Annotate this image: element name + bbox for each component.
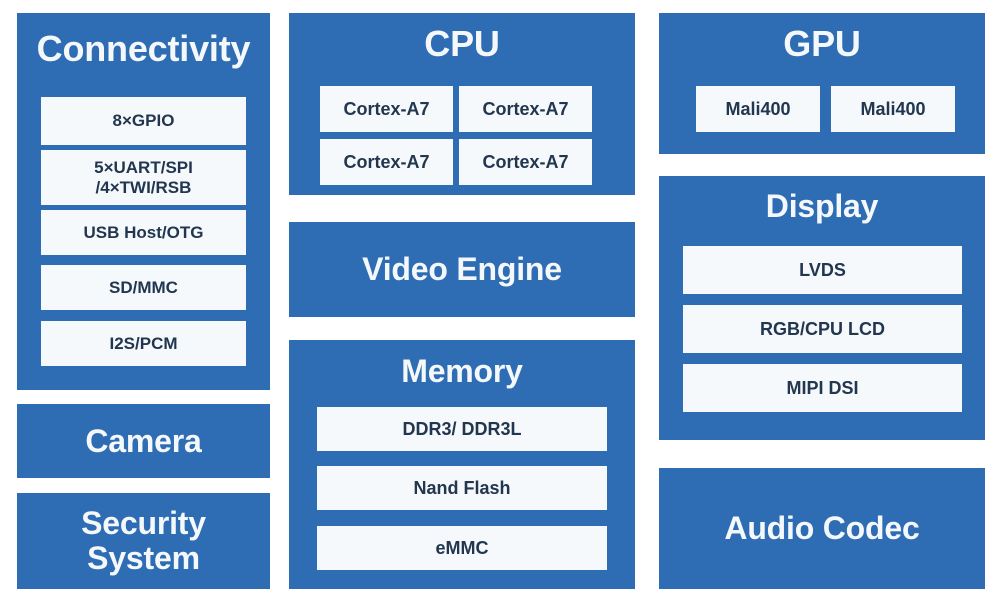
chip-sd-mmc[interactable]: SD/MMC	[41, 265, 246, 310]
chip-emmc[interactable]: eMMC	[317, 526, 607, 570]
chip-gpio[interactable]: 8×GPIO	[41, 97, 246, 145]
chip-mali400-core-0[interactable]: Mali400	[696, 86, 820, 132]
block-gpu[interactable]: GPU Mali400 Mali400	[659, 13, 985, 154]
block-memory[interactable]: Memory DDR3/ DDR3L Nand Flash eMMC	[289, 340, 635, 589]
chip-lvds[interactable]: LVDS	[683, 246, 962, 294]
chip-cortex-a7-core-3[interactable]: Cortex-A7	[459, 139, 592, 185]
soc-block-diagram: Connectivity 8×GPIO 5×UART/SPI/4×TWI/RSB…	[0, 0, 1001, 604]
chip-mali400-core-1[interactable]: Mali400	[831, 86, 955, 132]
chip-i2s-pcm[interactable]: I2S/PCM	[41, 321, 246, 366]
chip-cortex-a7-core-1[interactable]: Cortex-A7	[459, 86, 592, 132]
block-title-audio-codec: Audio Codec	[724, 510, 920, 547]
block-title-cpu: CPU	[424, 23, 500, 64]
block-title-gpu: GPU	[783, 23, 861, 64]
block-audio-codec[interactable]: Audio Codec	[659, 468, 985, 589]
chip-cortex-a7-core-0[interactable]: Cortex-A7	[320, 86, 453, 132]
block-title-security-system: Security System	[81, 505, 206, 576]
chip-rgb-cpu-lcd[interactable]: RGB/CPU LCD	[683, 305, 962, 353]
block-cpu[interactable]: CPU Cortex-A7 Cortex-A7 Cortex-A7 Cortex…	[289, 13, 635, 195]
block-title-memory: Memory	[401, 353, 523, 389]
block-camera[interactable]: Camera	[17, 404, 270, 478]
chip-nand-flash[interactable]: Nand Flash	[317, 466, 607, 510]
block-connectivity[interactable]: Connectivity 8×GPIO 5×UART/SPI/4×TWI/RSB…	[17, 13, 270, 390]
block-security-system[interactable]: Security System	[17, 493, 270, 589]
block-title-connectivity: Connectivity	[36, 28, 251, 69]
chip-cortex-a7-core-2[interactable]: Cortex-A7	[320, 139, 453, 185]
block-display[interactable]: Display LVDS RGB/CPU LCD MIPI DSI	[659, 176, 985, 440]
block-video-engine[interactable]: Video Engine	[289, 222, 635, 317]
block-title-camera: Camera	[85, 422, 202, 459]
chip-uart-spi-twi-rsb[interactable]: 5×UART/SPI/4×TWI/RSB	[41, 150, 246, 205]
block-title-video-engine: Video Engine	[362, 251, 562, 288]
chip-ddr3-ddr3l[interactable]: DDR3/ DDR3L	[317, 407, 607, 451]
chip-usb-host-otg[interactable]: USB Host/OTG	[41, 210, 246, 255]
block-title-display: Display	[765, 188, 879, 224]
chip-mipi-dsi[interactable]: MIPI DSI	[683, 364, 962, 412]
